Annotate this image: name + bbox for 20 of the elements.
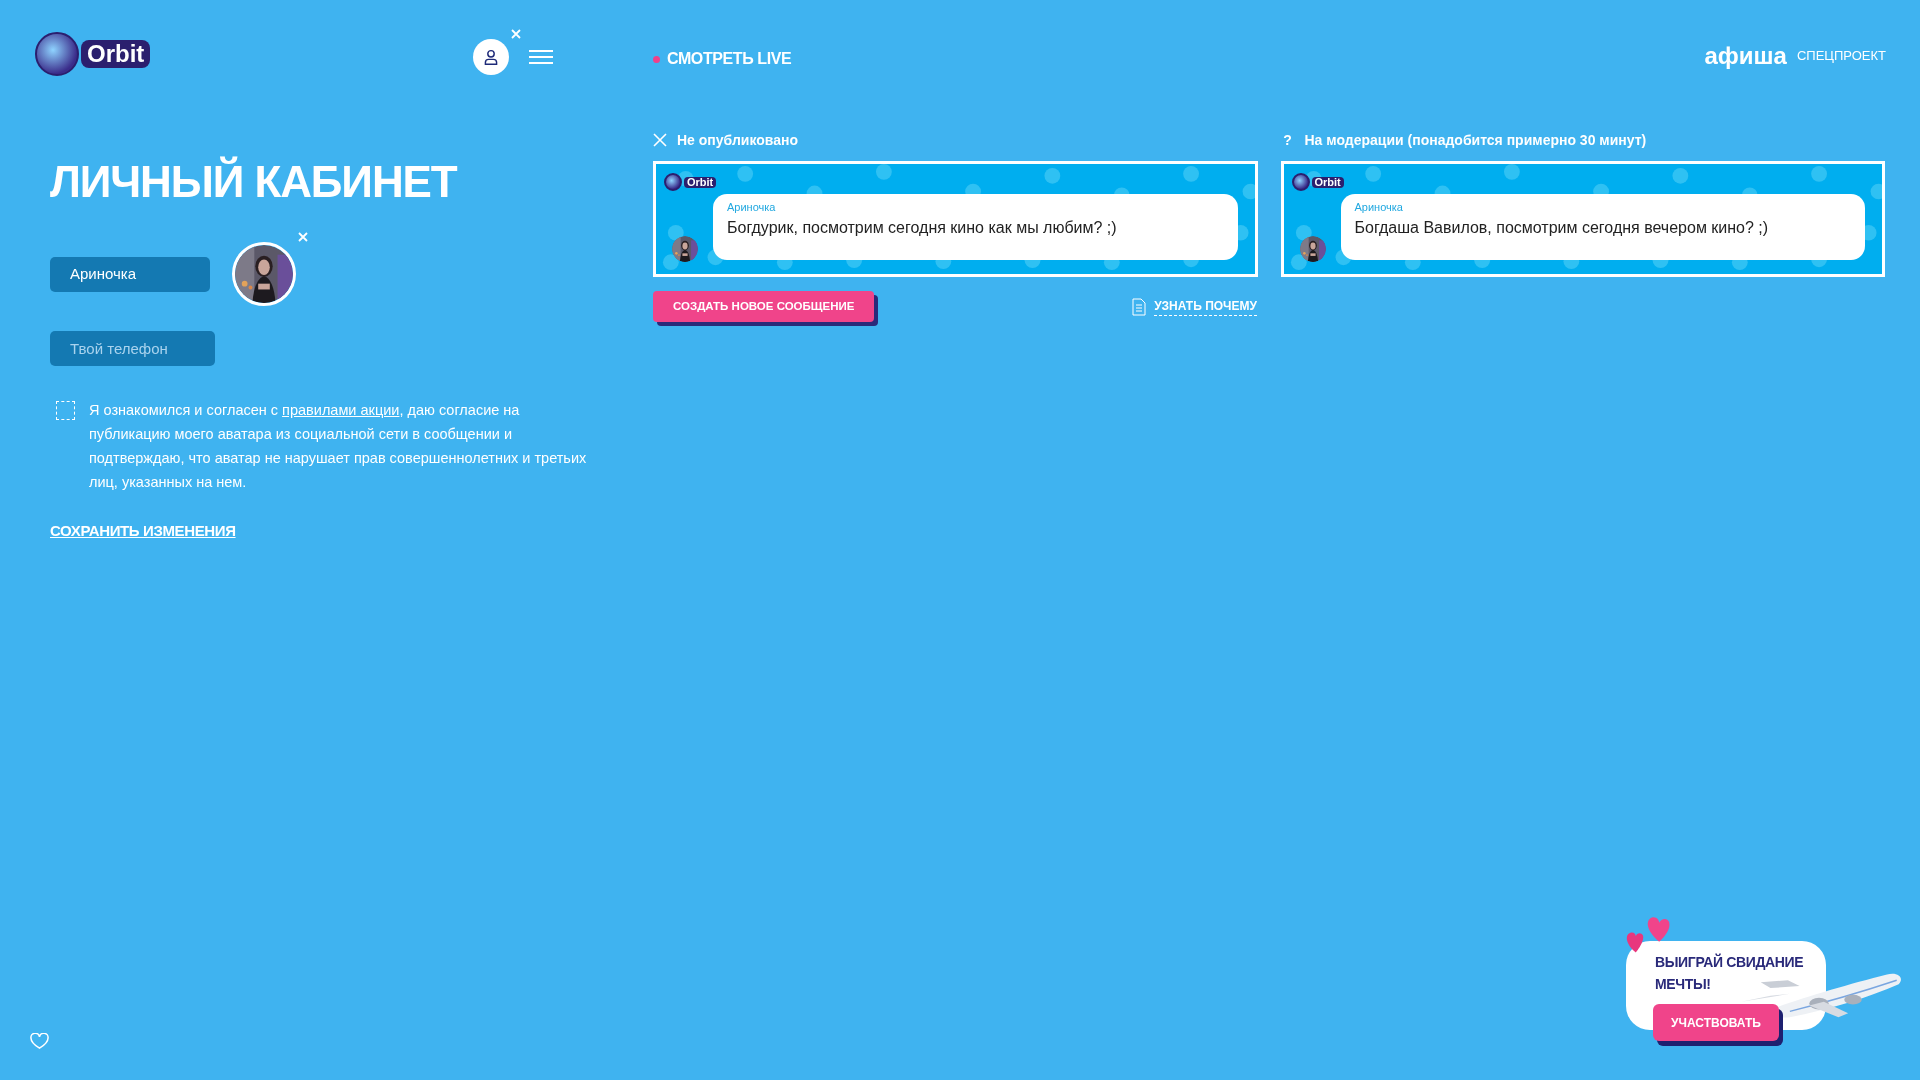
save-link[interactable]: СОХРАНИТЬ ИЗМЕНЕНИЯ: [50, 520, 236, 543]
why-link[interactable]: УЗНАТЬ ПОЧЕМУ: [1154, 297, 1257, 316]
status-label: Не опубликовано: [677, 130, 798, 150]
rules-link[interactable]: правилами акции: [282, 402, 400, 418]
author-name: Ариночка: [727, 200, 777, 215]
status-label: На модерации (понадобится примерно 30 минут): [1304, 130, 1647, 150]
orbit-logo: Orbit: [1311, 176, 1344, 188]
promo-title: ВЫИГРАЙ СВИДАНИЕ МЕЧТЫ!: [1655, 952, 1805, 994]
message-text: Богдурик, посмотрим сегодня кино как мы любим? ;): [727, 217, 1118, 238]
live-link[interactable]: СМОТРЕТЬ LIVE: [667, 47, 792, 71]
partner-logo[interactable]: афиша: [1704, 44, 1787, 68]
orbit-logo[interactable]: Orbit: [81, 40, 151, 68]
partner-label: СПЕЦПРОЕКТ: [1796, 47, 1886, 66]
message-text: Богдаша Вавилов, посмотрим сегодня вечером кино? ;): [1354, 217, 1770, 238]
orbit-logo: Orbit: [684, 176, 717, 188]
phone-field[interactable]: Твой телефон: [50, 331, 215, 366]
author-name: Ариночка: [1354, 200, 1404, 215]
question-mark: ?: [1282, 130, 1293, 150]
name-field[interactable]: Ариночка: [50, 256, 210, 292]
consent-text: Я ознакомился и согласен с правилами акции, даю согласие на публикацию моего аватара из социальной сети в сообщении и подтверждаю, что аватар не нарушает прав совершеннолетних и третьих лиц, указанных на нем.: [89, 401, 588, 492]
